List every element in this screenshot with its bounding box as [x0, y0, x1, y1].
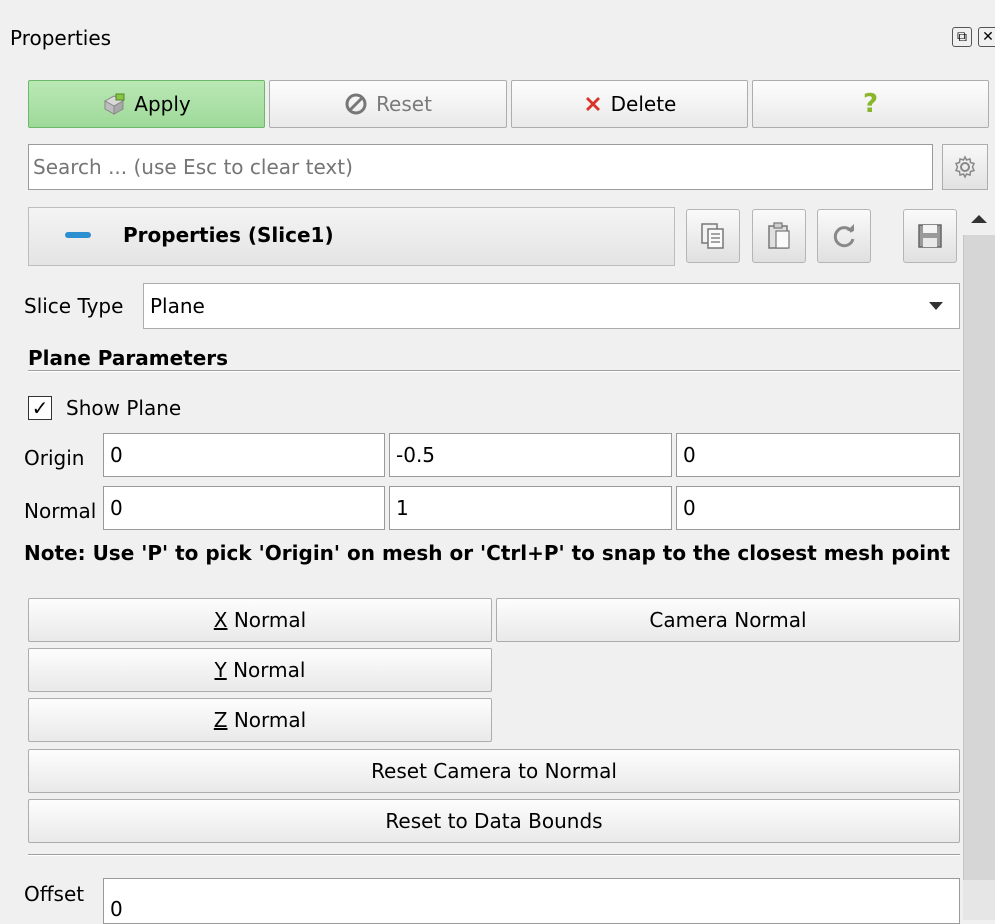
scroll-thumb[interactable]: [963, 235, 995, 880]
section-title: Properties (Slice1): [123, 223, 334, 247]
origin-x-field[interactable]: 0: [103, 433, 385, 477]
show-plane-checkbox[interactable]: ✓: [28, 396, 52, 420]
delete-icon: [583, 94, 603, 114]
camera-normal-label: Camera Normal: [649, 608, 807, 632]
gear-icon[interactable]: [942, 144, 988, 190]
origin-y-field[interactable]: -0.5: [389, 433, 672, 477]
panel-titlebar: Properties ⧉ ✕: [0, 0, 995, 78]
save-icon[interactable]: [903, 209, 957, 263]
x-normal-label: Normal: [227, 608, 307, 632]
refresh-icon[interactable]: [817, 209, 871, 263]
reset-button[interactable]: Reset: [269, 80, 507, 128]
apply-icon: [102, 93, 126, 115]
y-normal-button[interactable]: Y Normal: [28, 648, 492, 692]
show-plane-label: Show Plane: [66, 396, 182, 420]
reset-label: Reset: [376, 92, 432, 116]
origin-label: Origin: [24, 446, 85, 470]
normal-label: Normal: [24, 499, 97, 523]
copy-icon[interactable]: [686, 209, 740, 263]
reset-bounds-label: Reset to Data Bounds: [385, 809, 603, 833]
apply-button[interactable]: Apply: [28, 80, 265, 128]
help-icon: ?: [862, 89, 879, 119]
search-input[interactable]: [28, 144, 933, 190]
reset-camera-label: Reset Camera to Normal: [371, 759, 617, 783]
paste-icon[interactable]: [752, 209, 806, 263]
normal-x-field[interactable]: 0: [103, 486, 385, 530]
apply-label: Apply: [134, 92, 191, 116]
x-normal-mnemonic: X: [213, 608, 228, 632]
separator: [28, 854, 960, 856]
float-icon[interactable]: ⧉: [952, 27, 972, 47]
camera-normal-button[interactable]: Camera Normal: [496, 598, 960, 642]
origin-z-field[interactable]: 0: [676, 433, 960, 477]
collapse-icon[interactable]: [65, 232, 91, 238]
origin-pick-note: Note: Use 'P' to pick 'Origin' on mesh o…: [24, 541, 950, 565]
normal-z-field[interactable]: 0: [676, 486, 960, 530]
delete-button[interactable]: Delete: [511, 80, 748, 128]
offset-label: Offset: [24, 882, 85, 906]
z-normal-button[interactable]: Z Normal: [28, 698, 492, 742]
panel-title: Properties: [10, 26, 112, 50]
y-normal-mnemonic: Y: [214, 658, 227, 682]
slice-type-value: Plane: [150, 294, 205, 318]
y-normal-label: Normal: [226, 658, 306, 682]
properties-section-header[interactable]: Properties (Slice1): [28, 207, 675, 266]
reset-to-data-bounds-button[interactable]: Reset to Data Bounds: [28, 799, 960, 843]
slice-type-select[interactable]: Plane: [143, 283, 960, 329]
close-icon[interactable]: ✕: [978, 27, 995, 47]
delete-label: Delete: [610, 92, 677, 116]
offset-field[interactable]: 0: [103, 878, 960, 924]
z-normal-mnemonic: Z: [213, 708, 228, 732]
reset-camera-to-normal-button[interactable]: Reset Camera to Normal: [28, 749, 960, 793]
separator: [28, 370, 960, 372]
normal-y-field[interactable]: 1: [389, 486, 672, 530]
scroll-up-arrow-icon[interactable]: [963, 205, 995, 233]
plane-parameters-title: Plane Parameters: [28, 346, 229, 370]
z-normal-label: Normal: [227, 708, 307, 732]
help-button[interactable]: ?: [752, 80, 989, 128]
chevron-down-icon: [929, 302, 943, 310]
x-normal-button[interactable]: X Normal: [28, 598, 492, 642]
slice-type-label: Slice Type: [24, 294, 124, 318]
reset-icon: [344, 92, 368, 116]
vertical-scrollbar[interactable]: [963, 205, 995, 920]
